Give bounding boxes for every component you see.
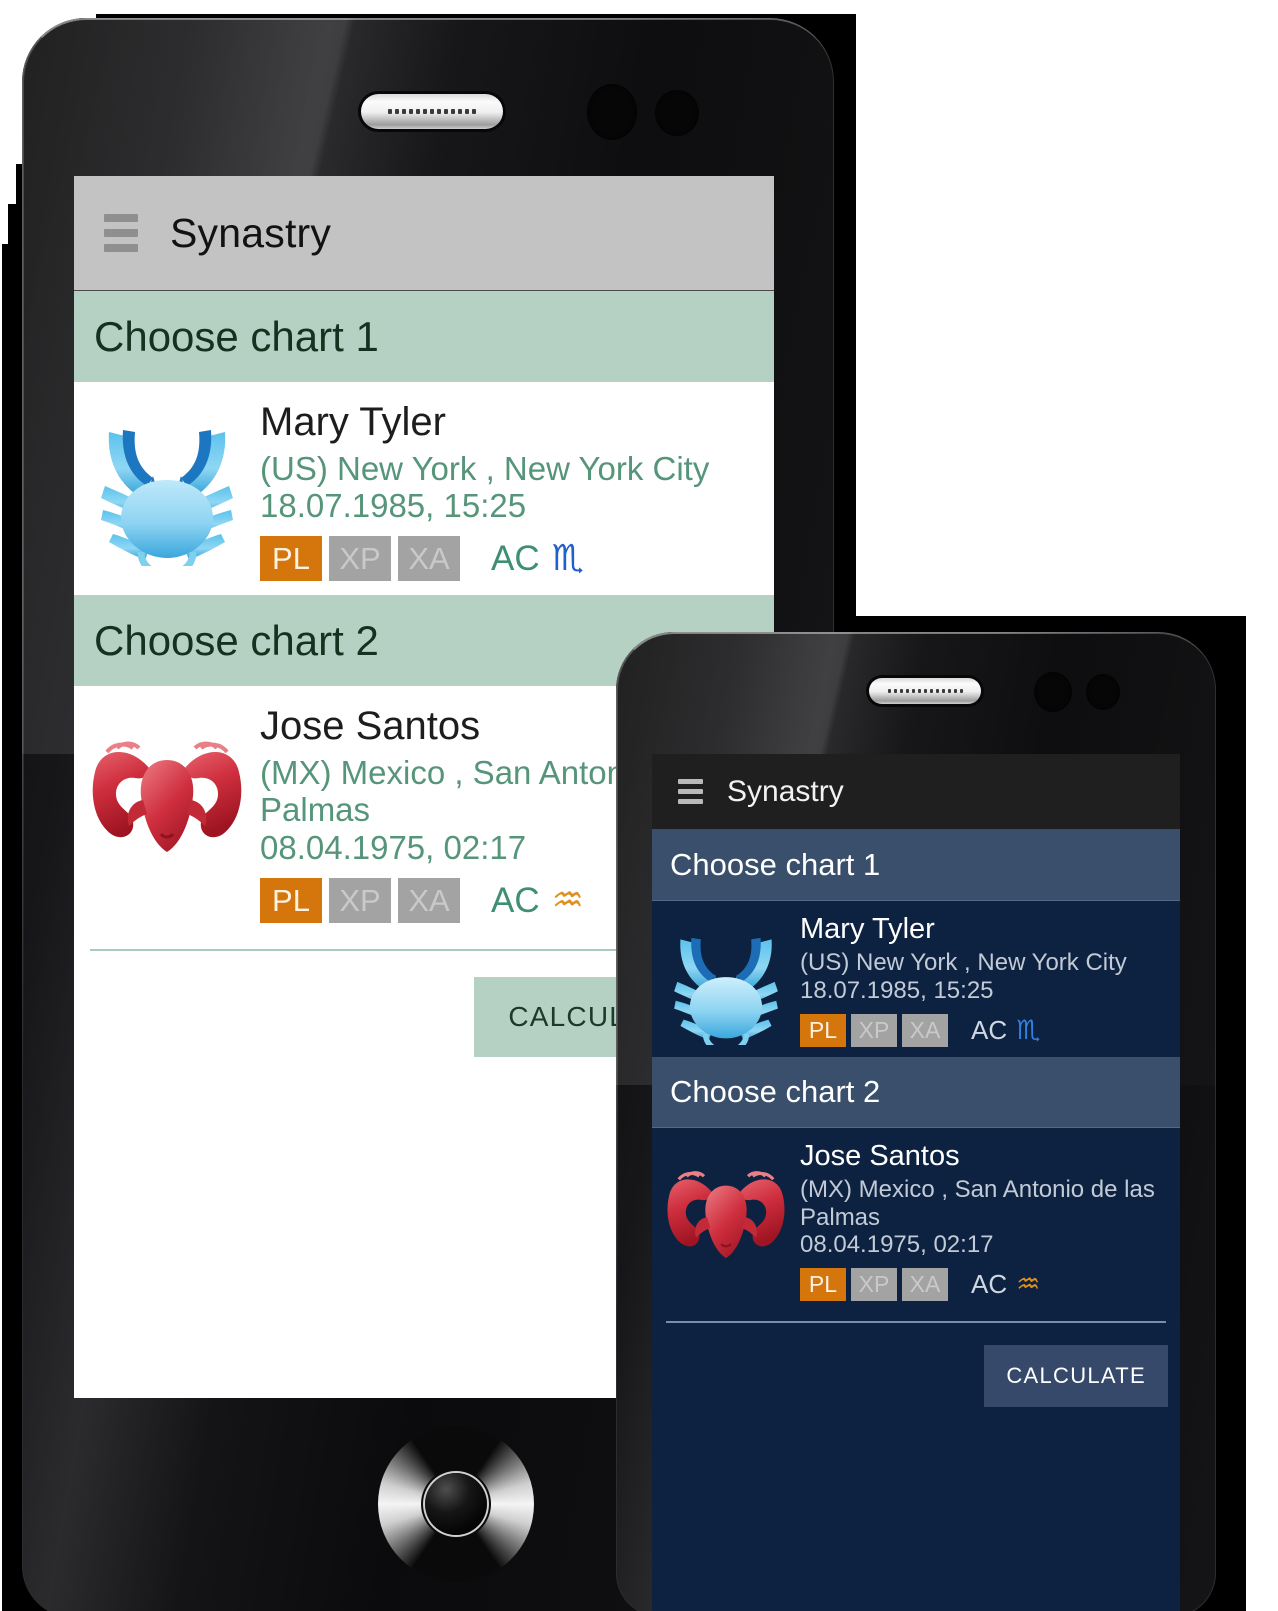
badge-xp[interactable]: XP: [329, 536, 391, 582]
chart-entry-row[interactable]: Mary Tyler (US) New York , New York City…: [74, 382, 774, 596]
calculate-button[interactable]: CALCULATE: [984, 1345, 1168, 1408]
badge-row: PL XP XA AC ♒: [800, 1268, 1168, 1302]
person-datetime: 08.04.1975, 02:17: [800, 1231, 994, 1259]
aquarius-glyph: ♒: [551, 880, 584, 921]
app-screen-dark: Synastry Choose chart 1 Mary Tyler (US) …: [652, 754, 1180, 1611]
home-button-inner: [424, 1472, 488, 1536]
chart-entry-row[interactable]: Mary Tyler (US) New York , New York City…: [652, 901, 1180, 1057]
earpiece-speaker-icon: [361, 94, 503, 129]
front-camera-icon: [1034, 672, 1072, 712]
calculate-button-wrap: CALCULATE: [652, 1323, 1180, 1408]
badge-pl[interactable]: PL: [800, 1013, 846, 1047]
person-datetime: 18.07.1985, 15:25: [260, 487, 527, 525]
hamburger-menu-icon[interactable]: [678, 779, 703, 804]
person-location: (US) New York , New York City: [800, 949, 1127, 977]
badge-xa[interactable]: XA: [902, 1268, 948, 1302]
app-title: Synastry: [727, 774, 844, 808]
badge-pl[interactable]: PL: [800, 1268, 846, 1302]
chart-entry-info: Mary Tyler (US) New York , New York City…: [800, 913, 1180, 1047]
app-bar-dark: Synastry: [652, 754, 1180, 830]
badge-xa[interactable]: XA: [398, 878, 460, 923]
screenshot-stage: Synastry Choose chart 1 Mary Tyler (US) …: [0, 0, 1278, 1611]
chart-entry-info: Mary Tyler (US) New York , New York City…: [260, 400, 774, 582]
badge-xp[interactable]: XP: [851, 1268, 897, 1302]
earpiece-speaker-icon: [869, 678, 981, 704]
section-header-chart1: Choose chart 1: [74, 291, 774, 382]
aries-ram-icon: [652, 1140, 800, 1302]
badge-pl[interactable]: PL: [260, 878, 322, 923]
front-camera-icon: [587, 84, 637, 140]
badge-xa[interactable]: XA: [902, 1013, 948, 1047]
section-header-chart1: Choose chart 1: [652, 830, 1180, 901]
scorpio-glyph: ♏: [1016, 1014, 1041, 1046]
badge-row: PL XP XA AC ♏: [800, 1013, 1168, 1047]
chart-entry-info: Jose Santos (MX) Mexico , San Antonio de…: [800, 1140, 1180, 1302]
chart-entry-row[interactable]: Jose Santos (MX) Mexico , San Antonio de…: [652, 1128, 1180, 1312]
badge-xp[interactable]: XP: [851, 1013, 897, 1047]
home-button[interactable]: [378, 1426, 534, 1582]
person-location: (US) New York , New York City: [260, 449, 710, 487]
hamburger-menu-icon[interactable]: [104, 214, 138, 252]
person-location: (MX) Mexico , San Antonio de las Palmas: [800, 1175, 1155, 1231]
section-header-chart2: Choose chart 2: [652, 1056, 1180, 1128]
proximity-sensor-icon: [655, 90, 699, 136]
badge-xp[interactable]: XP: [329, 878, 391, 923]
badge-pl[interactable]: PL: [260, 536, 322, 582]
badge-xa[interactable]: XA: [398, 536, 460, 582]
person-name: Mary Tyler: [800, 913, 935, 945]
ascendant-label: AC: [491, 538, 540, 578]
phone-device-dark: Synastry Choose chart 1 Mary Tyler (US) …: [616, 632, 1216, 1611]
proximity-sensor-icon: [1086, 674, 1120, 710]
ascendant-label: AC: [971, 1014, 1008, 1045]
person-name: Mary Tyler: [260, 400, 446, 444]
scorpio-glyph: ♏: [551, 538, 584, 580]
app-title: Synastry: [170, 209, 332, 256]
aquarius-glyph: ♒: [1016, 1269, 1041, 1301]
badge-row: PL XP XA AC ♏: [260, 536, 766, 582]
cancer-crab-icon: [652, 913, 800, 1047]
app-bar-light: Synastry: [74, 176, 774, 291]
person-datetime: 18.07.1985, 15:25: [800, 976, 994, 1004]
aries-ram-icon: [74, 704, 260, 923]
person-name: Jose Santos: [800, 1139, 960, 1172]
ascendant-label: AC: [491, 880, 540, 920]
cancer-crab-icon: [74, 400, 260, 581]
ascendant-label: AC: [971, 1269, 1008, 1300]
